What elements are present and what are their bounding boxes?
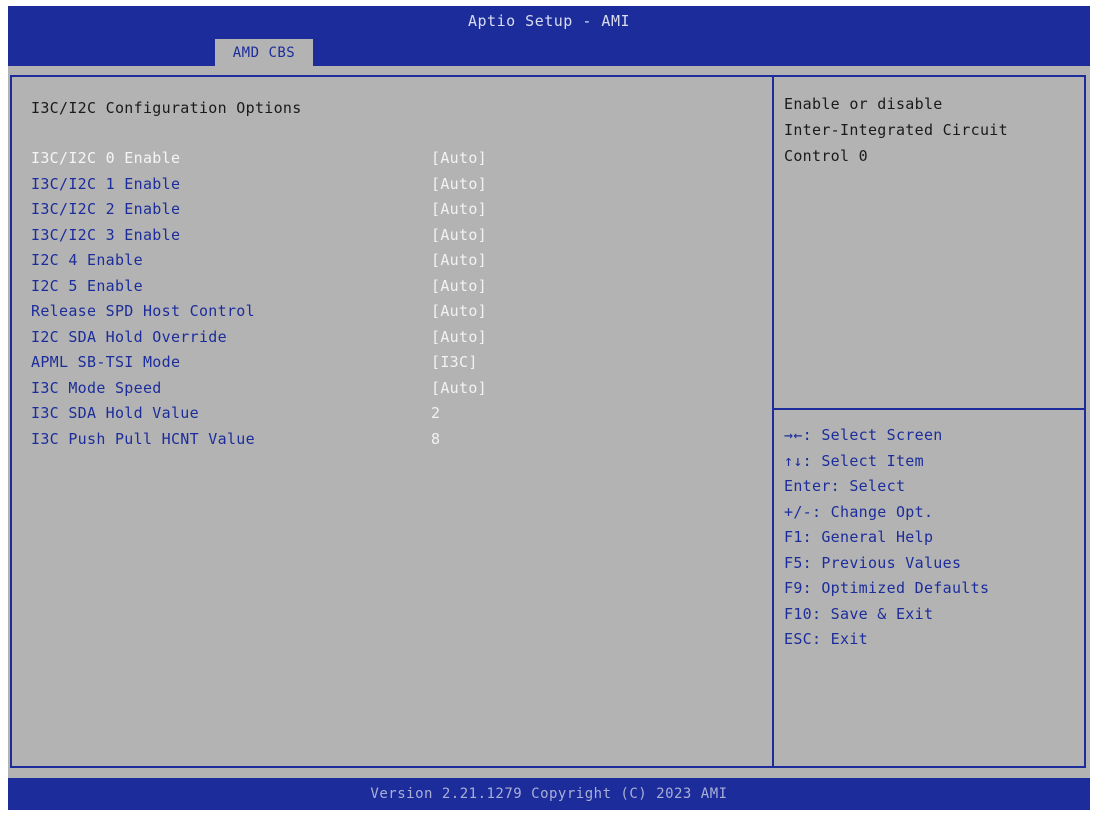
setting-i3c-mode-speed[interactable]: I3C Mode Speed [Auto] (31, 379, 751, 405)
key-general-help: F1: General Help (784, 528, 934, 546)
bios-window: Aptio Setup - AMI AMD CBS I3C/I2C Config… (8, 6, 1090, 810)
setting-value[interactable]: [Auto] (431, 277, 487, 295)
setting-label: Release SPD Host Control (31, 302, 255, 320)
help-description: Enable or disable Inter-Integrated Circu… (784, 91, 1080, 169)
help-divider (774, 408, 1084, 410)
setting-apml-sb-tsi-mode[interactable]: APML SB-TSI Mode [I3C] (31, 353, 751, 379)
header-bar: Aptio Setup - AMI AMD CBS (8, 6, 1090, 66)
setting-i3c-sda-hold-value[interactable]: I3C SDA Hold Value 2 (31, 404, 751, 430)
setting-i3c-i2c-3-enable[interactable]: I3C/I2C 3 Enable [Auto] (31, 226, 751, 252)
setting-i3c-i2c-2-enable[interactable]: I3C/I2C 2 Enable [Auto] (31, 200, 751, 226)
key-select-item: ↑↓: Select Item (784, 451, 924, 470)
setting-i2c-4-enable[interactable]: I2C 4 Enable [Auto] (31, 251, 751, 277)
setting-value[interactable]: [Auto] (431, 226, 487, 244)
setting-i3c-push-pull-hcnt-value[interactable]: I3C Push Pull HCNT Value 8 (31, 430, 751, 456)
setting-value[interactable]: 2 (431, 404, 440, 422)
setting-label: I2C 5 Enable (31, 276, 143, 295)
setting-value[interactable]: [Auto] (431, 328, 487, 346)
help-line: Control 0 (784, 147, 868, 165)
setting-i3c-i2c-0-enable[interactable]: I3C/I2C 0 Enable [Auto] (31, 149, 751, 175)
key-previous-values: F5: Previous Values (784, 553, 962, 572)
setting-label: I3C SDA Hold Value (31, 404, 199, 422)
key-change-opt: +/-: Change Opt. (784, 502, 934, 521)
key-optimized-defaults: F9: Optimized Defaults (784, 579, 990, 597)
setting-label: I3C/I2C 3 Enable (31, 225, 181, 244)
setting-label: I3C/I2C 0 Enable (31, 149, 181, 167)
key-save-exit: F10: Save & Exit (784, 604, 934, 623)
setting-value[interactable]: [Auto] (431, 379, 487, 397)
key-select-screen: →←: Select Screen (784, 426, 943, 444)
settings-list: I3C/I2C 0 Enable [Auto] I3C/I2C 1 Enable… (31, 149, 751, 455)
key-esc-exit: ESC: Exit (784, 630, 868, 648)
main-panel: I3C/I2C Configuration Options I3C/I2C 0 … (10, 75, 774, 768)
app-title: Aptio Setup - AMI (467, 12, 631, 30)
help-panel: Enable or disable Inter-Integrated Circu… (772, 75, 1086, 768)
help-line: Inter-Integrated Circuit (784, 121, 1008, 139)
setting-value[interactable]: [I3C] (431, 353, 478, 371)
page-title: I3C/I2C Configuration Options (31, 99, 302, 117)
key-enter-select: Enter: Select (784, 477, 906, 495)
setting-i2c-sda-hold-override[interactable]: I2C SDA Hold Override [Auto] (31, 328, 751, 354)
tab-amd-cbs[interactable]: AMD CBS (215, 39, 313, 66)
setting-label: I3C/I2C 2 Enable (31, 200, 181, 218)
footer-version: Version 2.21.1279 Copyright (C) 2023 AMI (8, 778, 1090, 810)
setting-value[interactable]: [Auto] (431, 175, 487, 193)
setting-value[interactable]: [Auto] (431, 200, 487, 218)
setting-i2c-5-enable[interactable]: I2C 5 Enable [Auto] (31, 277, 751, 303)
setting-label: APML SB-TSI Mode (31, 353, 181, 371)
setting-i3c-i2c-1-enable[interactable]: I3C/I2C 1 Enable [Auto] (31, 175, 751, 201)
help-line: Enable or disable (784, 95, 943, 113)
setting-value[interactable]: [Auto] (431, 302, 487, 320)
setting-label: I3C Mode Speed (31, 378, 162, 397)
setting-label: I3C Push Pull HCNT Value (31, 429, 255, 448)
setting-label: I2C 4 Enable (31, 251, 143, 269)
setting-value[interactable]: [Auto] (431, 149, 487, 167)
setting-label: I2C SDA Hold Override (31, 327, 227, 346)
setting-release-spd-host-control[interactable]: Release SPD Host Control [Auto] (31, 302, 751, 328)
setting-label: I3C/I2C 1 Enable (31, 174, 181, 193)
setting-value[interactable]: 8 (431, 430, 440, 448)
setting-value[interactable]: [Auto] (431, 251, 487, 269)
key-legend: →←: Select Screen ↑↓: Select Item Enter:… (784, 423, 1080, 653)
